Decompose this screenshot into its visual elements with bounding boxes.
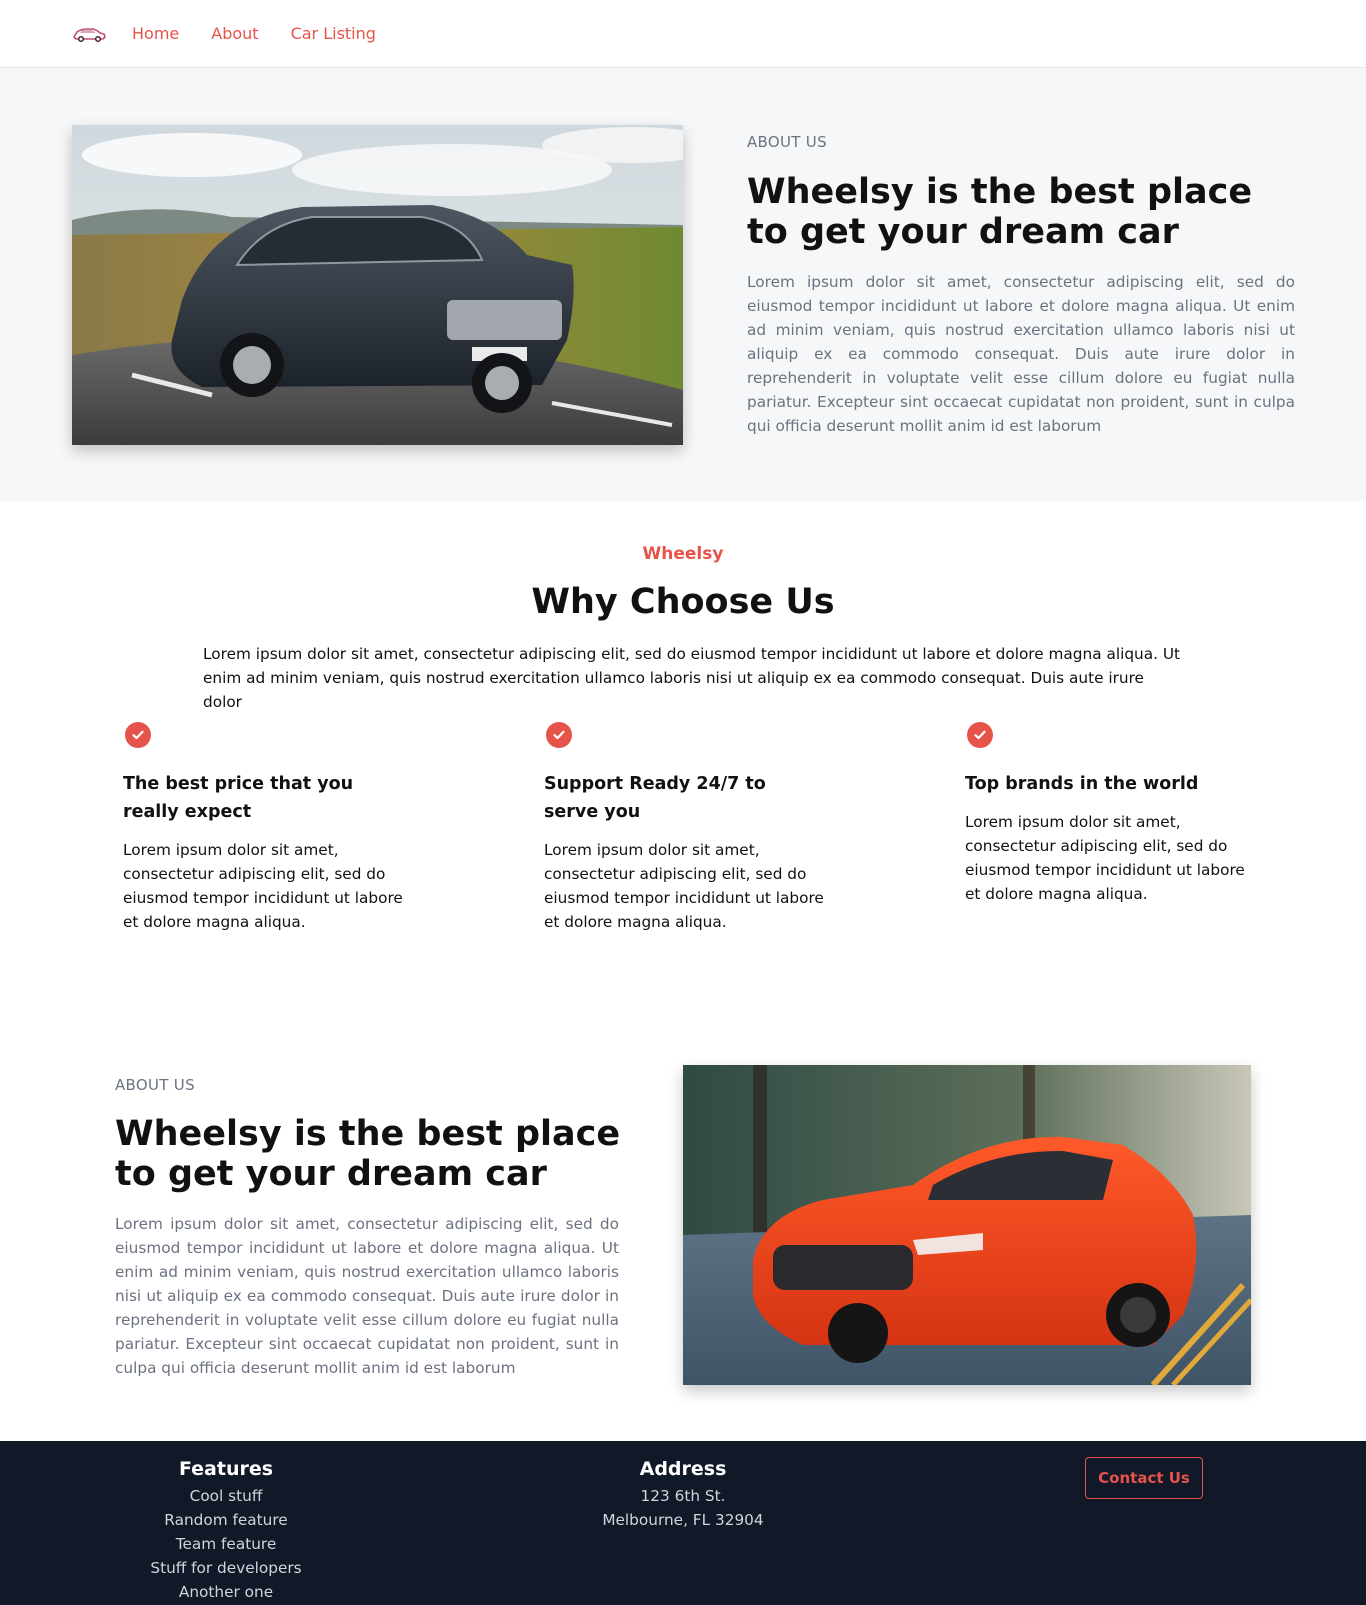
footer-address: Address 123 6th St. Melbourne, FL 32904	[583, 1458, 783, 1532]
feature-card-price: The best price that you really expect Lo…	[123, 722, 403, 934]
car-photo-sedan	[72, 125, 683, 445]
about-body-bottom: Lorem ipsum dolor sit amet, consectetur …	[115, 1215, 619, 1377]
feature-title: The best price that you really expect	[123, 774, 354, 822]
footer-address-line: 123 6th St.	[640, 1487, 726, 1505]
feature-text: Lorem ipsum dolor sit amet, consectetur …	[965, 813, 1245, 903]
why-tag: Wheelsy	[642, 544, 724, 564]
navbar: Home About Car Listing	[0, 0, 1366, 68]
why-description: Lorem ipsum dolor sit amet, consectetur …	[203, 645, 1181, 711]
check-circle-icon	[967, 722, 993, 748]
nav-link-about[interactable]: About	[211, 24, 258, 43]
footer-address-line: Melbourne, FL 32904	[602, 1511, 764, 1529]
check-circle-icon	[546, 722, 572, 748]
contact-us-button[interactable]: Contact Us	[1085, 1457, 1203, 1499]
footer-features-title: Features	[178, 1458, 274, 1480]
footer-link[interactable]: Cool stuff	[126, 1484, 326, 1508]
about-heading: Wheelsy is the best place to get your dr…	[747, 172, 1253, 252]
feature-text: Lorem ipsum dolor sit amet, consectetur …	[544, 841, 824, 931]
feature-card-support: Support Ready 24/7 to serve you Lorem ip…	[544, 722, 824, 934]
footer-link[interactable]: Random feature	[126, 1508, 326, 1532]
feature-title: Top brands in the world	[965, 774, 1199, 794]
footer-link[interactable]: Another one	[126, 1580, 326, 1604]
feature-title: Support Ready 24/7 to serve you	[544, 774, 766, 822]
about-body: Lorem ipsum dolor sit amet, consectetur …	[747, 273, 1295, 435]
check-circle-icon	[125, 722, 151, 748]
about-eyebrow-bottom: ABOUT US	[115, 1076, 195, 1094]
feature-card-brands: Top brands in the world Lorem ipsum dolo…	[965, 722, 1245, 906]
about-heading-bottom: Wheelsy is the best place to get your dr…	[115, 1114, 621, 1194]
car-photo-sports	[683, 1065, 1251, 1385]
about-eyebrow: ABOUT US	[747, 133, 827, 151]
nav-link-car-listing[interactable]: Car Listing	[291, 24, 376, 43]
nav-link-home[interactable]: Home	[132, 24, 179, 43]
footer: Features Cool stuff Random feature Team …	[0, 1441, 1366, 1605]
footer-link[interactable]: Team feature	[126, 1532, 326, 1556]
car-logo-icon[interactable]	[72, 23, 106, 45]
footer-address-title: Address	[639, 1458, 727, 1480]
about-section-top: ABOUT US Wheelsy is the best place to ge…	[0, 68, 1366, 501]
feature-text: Lorem ipsum dolor sit amet, consectetur …	[123, 841, 403, 931]
footer-features: Features Cool stuff Random feature Team …	[126, 1458, 326, 1604]
why-title: Why Choose Us	[531, 582, 835, 622]
footer-link[interactable]: Stuff for developers	[126, 1556, 326, 1580]
